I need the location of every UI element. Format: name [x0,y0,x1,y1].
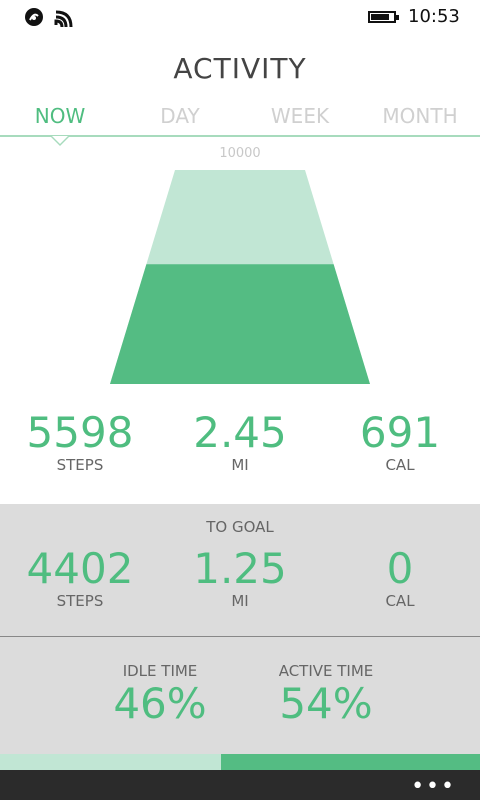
signal-icon [25,8,43,26]
calories-to-goal-value: 0 [386,544,414,593]
distance-unit: MI [231,456,249,474]
panel-divider [0,636,480,637]
calories-stat: 691 CAL [320,408,480,475]
to-goal-label: TO GOAL [206,518,274,536]
steps-stat: 5598 STEPS [0,408,160,475]
calories-to-goal-unit: CAL [385,592,415,610]
idle-time-label: IDLE TIME [122,662,198,680]
steps-to-goal-stat: 4402 STEPS [0,544,160,611]
calories-unit: CAL [385,456,415,474]
steps-value: 5598 [26,408,134,457]
battery-icon [368,11,399,23]
more-options-button[interactable]: ••• [411,774,456,799]
tab-underline [0,135,480,137]
tab-now[interactable]: NOW [0,104,120,128]
distance-to-goal-value: 1.25 [193,544,287,593]
steps-progress-chart [110,170,370,384]
clock: 10:53 [408,6,460,27]
status-bar: 10:53 [0,0,480,34]
page-title: ACTIVITY [173,52,307,85]
distance-to-goal-unit: MI [231,592,249,610]
wifi-icon [54,10,73,27]
idle-active-bar [0,754,480,770]
idle-time-stat: IDLE TIME 46% [70,662,250,728]
calories-value: 691 [359,408,441,457]
distance-value: 2.45 [193,408,287,457]
steps-to-goal-value: 4402 [26,544,134,593]
active-time-fill [220,754,480,770]
active-time-label: ACTIVE TIME [278,662,374,680]
active-time-value: 54% [279,679,373,728]
tab-bar: NOW DAY WEEK MONTH [0,100,480,146]
steps-unit: STEPS [56,456,104,474]
calories-to-goal-stat: 0 CAL [320,544,480,611]
distance-stat: 2.45 MI [160,408,320,475]
app-bar: ••• [0,770,480,800]
progress-funnel [110,264,370,384]
idle-time-value: 46% [113,679,207,728]
tab-month[interactable]: MONTH [360,104,480,128]
steps-to-goal-unit: STEPS [56,592,104,610]
tab-week[interactable]: WEEK [240,104,360,128]
distance-to-goal-stat: 1.25 MI [160,544,320,611]
tab-day[interactable]: DAY [120,104,240,128]
active-time-stat: ACTIVE TIME 54% [236,662,416,728]
